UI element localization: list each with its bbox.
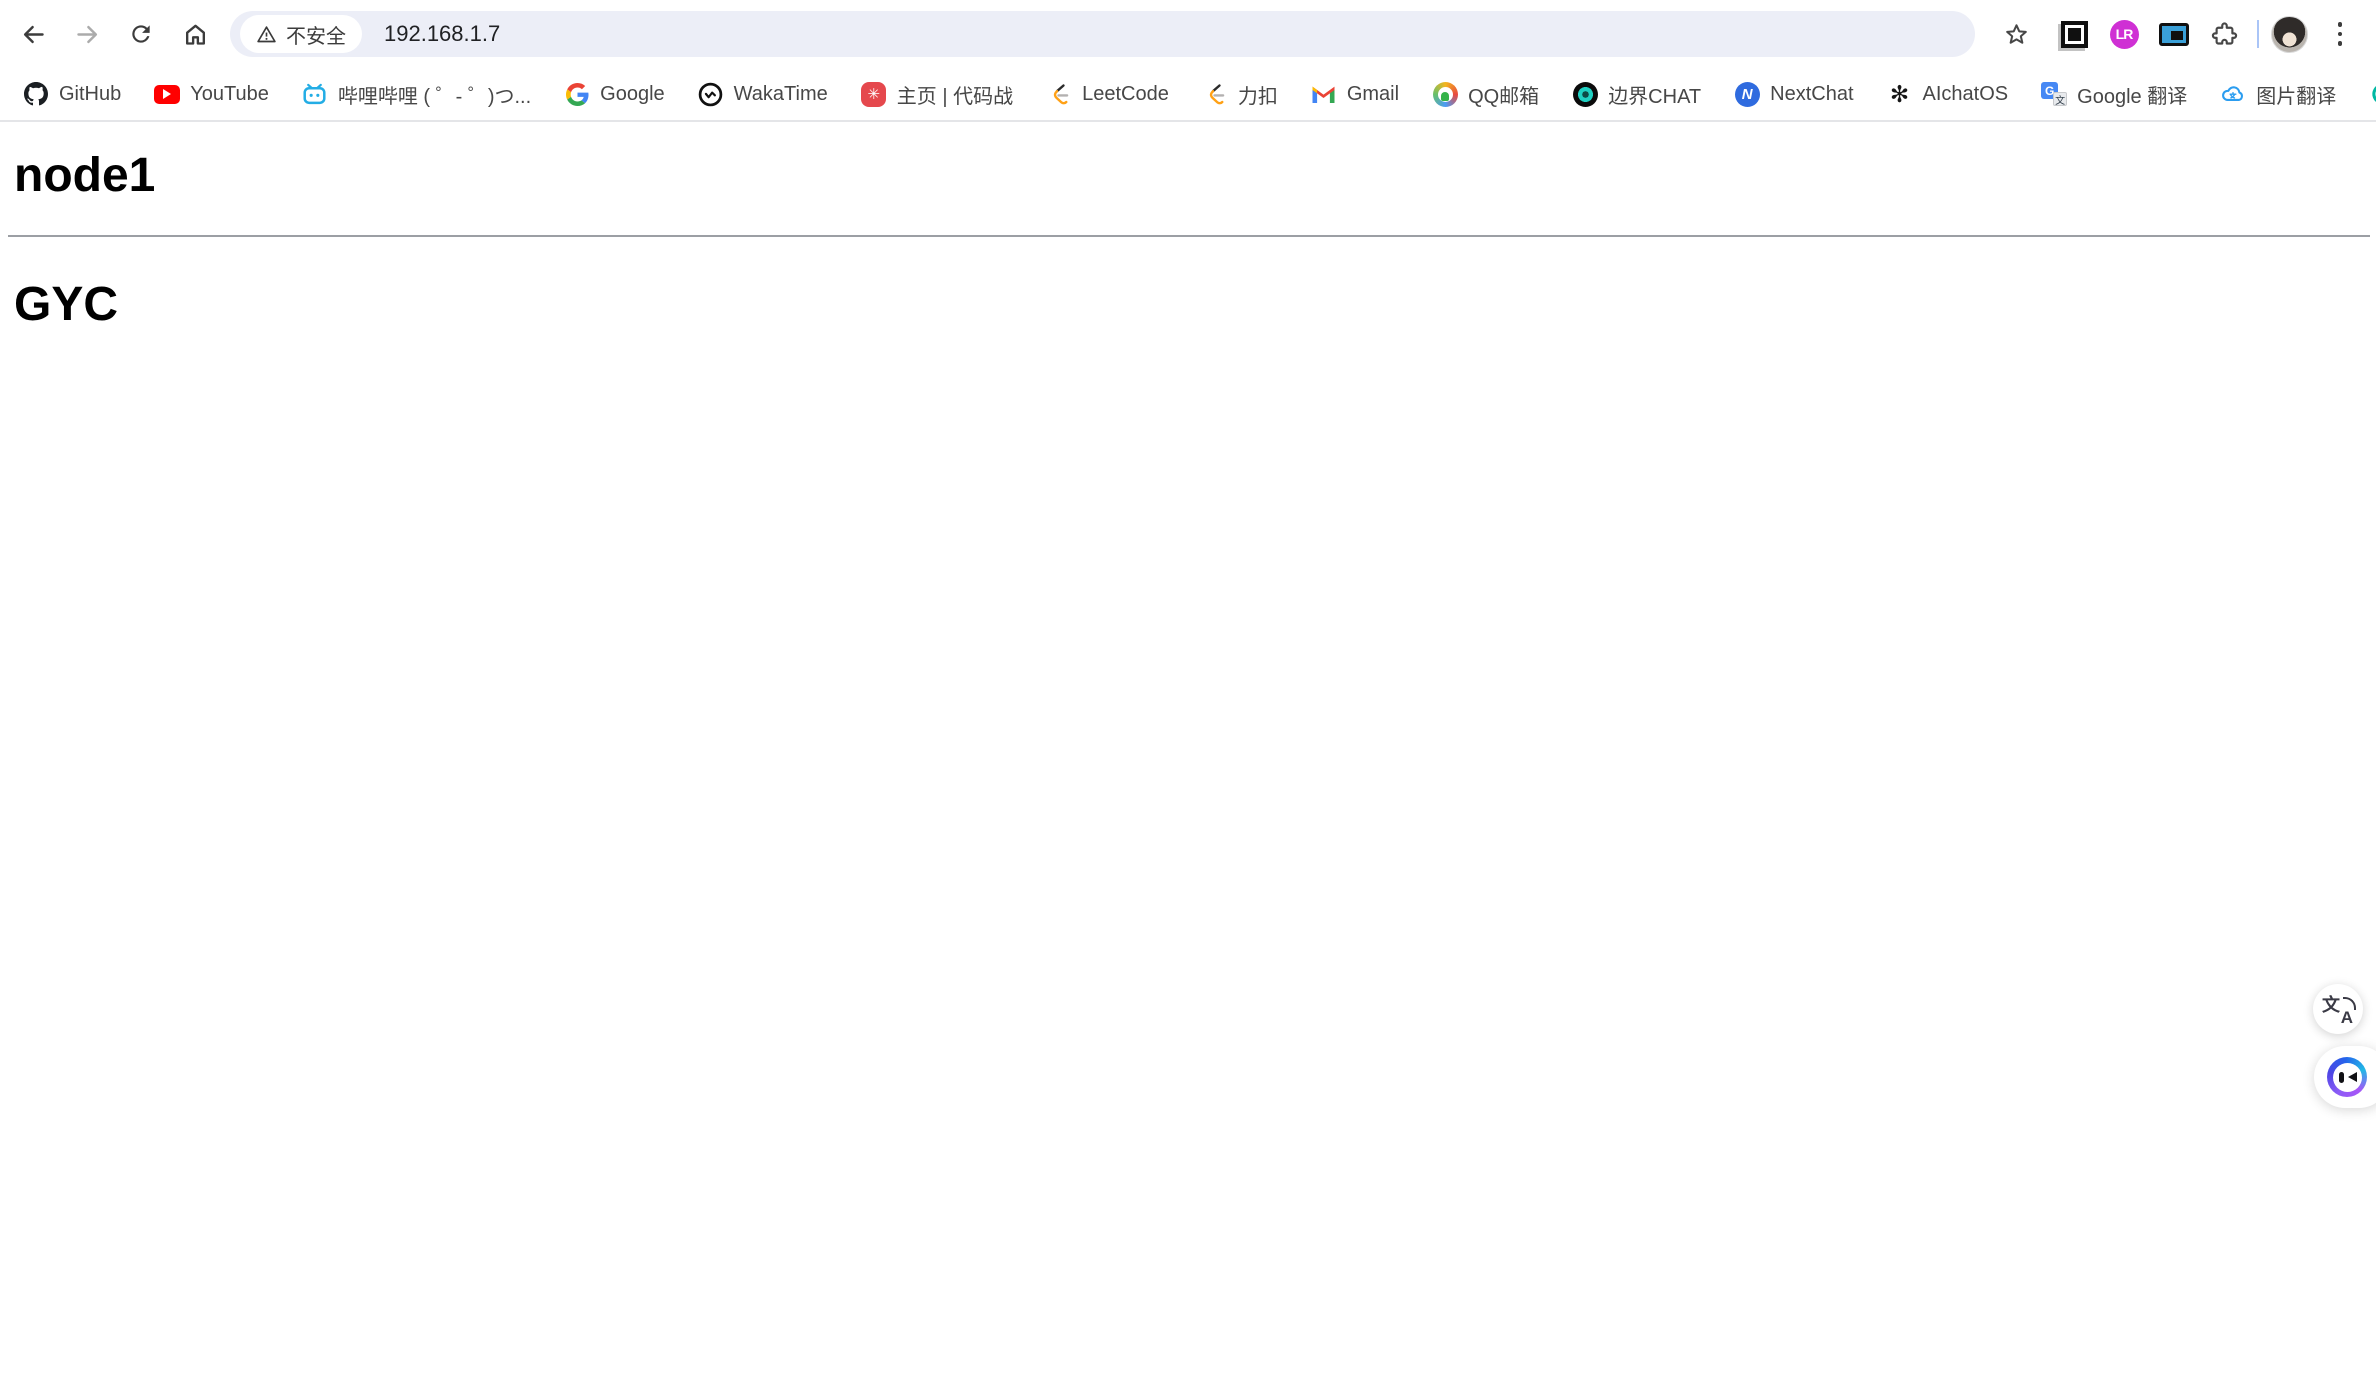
bookmark-label: 边界CHAT — [1608, 85, 1702, 108]
bookmark-gmail[interactable]: Gmail — [1302, 74, 1408, 114]
forward-arrow-icon — [76, 25, 97, 43]
picture-in-picture-icon — [2159, 22, 2189, 46]
url-text[interactable]: 192.168.1.7 — [384, 21, 500, 47]
leetcode-icon — [1046, 81, 1072, 107]
bookmark-label: WakaTime — [733, 82, 828, 105]
browser-toolbar: 不安全 192.168.1.7 LR — [0, 0, 2376, 68]
translate-wen-glyph: 文 — [2322, 995, 2340, 1015]
bookmark-label: 哔哩哔哩 ( ゜- ゜)つ... — [337, 85, 532, 108]
bookmark-label: 力扣 — [1237, 85, 1278, 108]
back-button[interactable] — [8, 9, 58, 59]
github-icon — [23, 81, 49, 107]
extension-pip-button[interactable] — [2149, 9, 2199, 59]
google-translate-icon: G文 — [2041, 81, 2068, 107]
browser-menu-button[interactable] — [2320, 12, 2360, 56]
bookmark-label: NextChat — [1770, 82, 1854, 105]
bookmark-image-translate[interactable]: 图片翻译 — [2211, 74, 2345, 114]
leetcode-icon — [1202, 81, 1228, 107]
bookmark-youtube[interactable]: YouTube — [145, 74, 278, 114]
kebab-dot — [2337, 22, 2343, 27]
bookmark-bianjie-chat[interactable]: 边界CHAT — [1563, 74, 1710, 114]
security-label: 不安全 — [286, 25, 346, 48]
openai-icon: ✻ — [1889, 80, 1910, 107]
wakatime-icon — [698, 81, 724, 107]
monica-assistant-fab[interactable] — [2314, 1046, 2376, 1108]
bookmark-label: GitHub — [59, 82, 122, 105]
bookmark-zsxq[interactable]: 知识星球 — [2360, 74, 2376, 114]
bookmark-google-translate[interactable]: G文 Google 翻译 — [2032, 74, 2196, 114]
bookmark-google[interactable]: Google — [555, 74, 674, 114]
bookmark-label: AIchatOS — [1922, 82, 2009, 105]
reload-button[interactable] — [116, 9, 166, 59]
bookmark-bilibili[interactable]: 哔哩哔哩 ( ゜- ゜)つ... — [293, 74, 540, 114]
address-bar[interactable]: 不安全 192.168.1.7 — [230, 11, 1975, 57]
back-arrow-icon — [23, 25, 44, 43]
bookmark-github[interactable]: GitHub — [14, 74, 130, 114]
bookmark-nextchat[interactable]: N NextChat — [1725, 74, 1862, 114]
bookmark-star-button[interactable] — [1991, 9, 2041, 59]
gmail-icon — [1311, 81, 1337, 107]
toolbar-right-cluster: LR — [1991, 9, 2360, 59]
forward-button[interactable] — [62, 9, 112, 59]
qqmail-icon — [1432, 81, 1458, 107]
page-heading-node1: node1 — [14, 149, 156, 202]
extension-frame-button[interactable] — [2049, 9, 2099, 59]
kebab-dot — [2337, 31, 2343, 37]
lr-extension-icon: LR — [2109, 19, 2139, 49]
kebab-dot — [2337, 41, 2343, 46]
page-content: node1 GYC — [0, 148, 2376, 332]
bookmark-label: Google 翻译 — [2077, 85, 2188, 108]
youtube-icon — [154, 81, 181, 107]
immersive-translate-fab[interactable]: 文 A — [2313, 984, 2363, 1034]
bookmark-label: QQ邮箱 — [1468, 85, 1540, 108]
puzzle-icon — [2211, 21, 2237, 45]
bookmark-likou[interactable]: 力扣 — [1193, 74, 1287, 114]
image-translate-cloud-icon — [2220, 81, 2246, 107]
toolbar-separator — [2257, 20, 2259, 48]
bookmark-label: LeetCode — [1082, 82, 1169, 105]
site-security-chip[interactable]: 不安全 — [240, 15, 362, 53]
reload-icon — [132, 25, 150, 43]
frame-extension-icon — [2060, 20, 2088, 48]
nextchat-icon: N — [1734, 81, 1760, 107]
profile-avatar[interactable] — [2271, 15, 2308, 53]
bookmark-label: 图片翻译 — [2256, 85, 2337, 108]
translate-a-glyph: A — [2340, 1008, 2353, 1027]
bianjie-chat-icon — [1572, 81, 1598, 107]
red-chatgpt-icon: ✳ — [861, 81, 887, 107]
bookmark-codewar-home[interactable]: ✳ 主页 | 代码战 — [852, 74, 1022, 114]
bookmark-leetcode[interactable]: LeetCode — [1037, 74, 1178, 114]
extensions-menu-button[interactable] — [2199, 9, 2249, 59]
bookmark-label: Gmail — [1346, 82, 1400, 105]
page-heading-gyc: GYC — [14, 278, 119, 331]
bilibili-icon — [302, 81, 328, 107]
home-icon — [185, 24, 205, 45]
horizontal-rule — [8, 235, 2370, 237]
bookmark-aichatos[interactable]: ✻ AIchatOS — [1878, 74, 2018, 114]
bookmarks-bar: GitHub YouTube 哔哩哔哩 ( ゜- ゜)つ... Google W… — [0, 68, 2376, 122]
bookmark-qqmail[interactable]: QQ邮箱 — [1423, 74, 1548, 114]
home-button[interactable] — [170, 9, 220, 59]
extension-lr-button[interactable]: LR — [2099, 9, 2149, 59]
google-icon — [564, 81, 590, 107]
bookmark-label: Google — [600, 82, 665, 105]
bookmark-label: YouTube — [190, 82, 269, 105]
monica-icon — [2327, 1057, 2367, 1097]
not-secure-warning-icon — [257, 25, 276, 42]
bookmark-label: 主页 | 代码战 — [896, 85, 1014, 108]
star-icon — [2005, 23, 2027, 44]
bookmark-wakatime[interactable]: WakaTime — [689, 74, 837, 114]
zsxq-ring-icon — [2369, 81, 2376, 107]
